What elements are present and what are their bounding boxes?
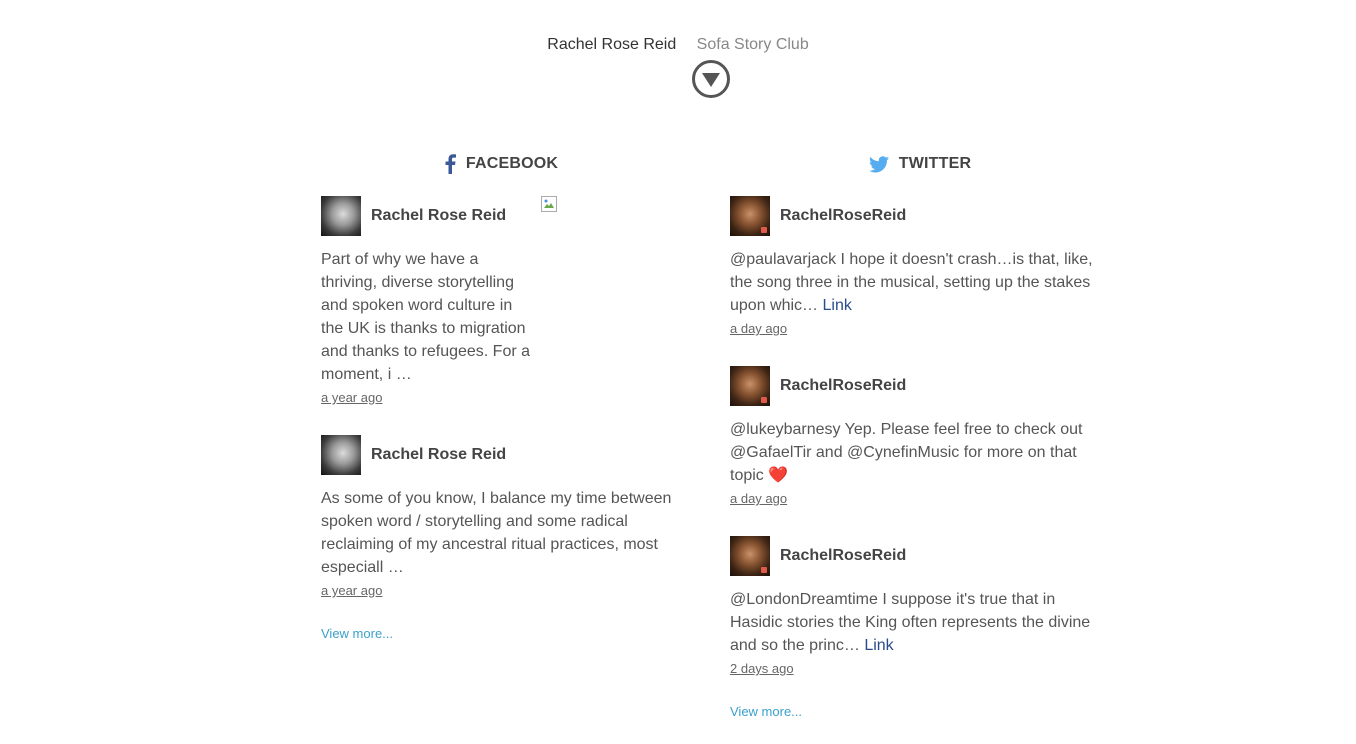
tweet: RachelRoseReid @paulavarjack I hope it d… xyxy=(730,196,1110,338)
nav-link-rachel-rose-reid[interactable]: Rachel Rose Reid xyxy=(547,36,676,53)
nav-link-sofa-story-club[interactable]: Sofa Story Club xyxy=(697,36,809,53)
twitter-view-more-link[interactable]: View more... xyxy=(730,704,802,719)
facebook-post: Rachel Rose Reid Part of why we have a t… xyxy=(321,196,681,407)
author-name[interactable]: RachelRoseReid xyxy=(780,207,906,225)
tweet-body: @paulavarjack I hope it doesn't crash…is… xyxy=(730,251,1093,314)
tweet-link[interactable]: Link xyxy=(823,297,852,314)
author-name[interactable]: Rachel Rose Reid xyxy=(371,446,506,464)
post-timestamp[interactable]: a day ago xyxy=(730,321,787,336)
tweet-text: @LondonDreamtime I suppose it's true tha… xyxy=(730,588,1110,657)
top-nav: Rachel Rose Reid Sofa Story Club xyxy=(0,36,1356,54)
scroll-down-icon[interactable] xyxy=(692,60,730,98)
twitter-bird-icon xyxy=(868,155,889,173)
post-text: Part of why we have a thriving, diverse … xyxy=(321,251,531,383)
avatar[interactable] xyxy=(730,536,770,576)
twitter-heading: TWITTER xyxy=(898,155,972,172)
author-name[interactable]: RachelRoseReid xyxy=(780,377,906,395)
post-author: RachelRoseReid xyxy=(730,366,1110,406)
facebook-feed: FACEBOOK Rachel Rose Reid Part of why we… xyxy=(321,150,681,643)
facebook-heading: FACEBOOK xyxy=(465,155,559,172)
post-author: RachelRoseReid xyxy=(730,196,1110,236)
avatar[interactable] xyxy=(321,196,361,236)
tweet: RachelRoseReid @LondonDreamtime I suppos… xyxy=(730,536,1110,678)
avatar[interactable] xyxy=(730,196,770,236)
post-text: As some of you know, I balance my time b… xyxy=(321,490,672,576)
author-name[interactable]: Rachel Rose Reid xyxy=(371,207,506,225)
facebook-header: FACEBOOK xyxy=(321,150,681,178)
post-author: Rachel Rose Reid xyxy=(321,196,681,236)
author-name[interactable]: RachelRoseReid xyxy=(780,547,906,565)
tweet-body: @LondonDreamtime I suppose it's true tha… xyxy=(730,591,1091,654)
post-timestamp[interactable]: a year ago xyxy=(321,583,382,598)
post-timestamp[interactable]: a year ago xyxy=(321,390,382,405)
broken-image-icon[interactable] xyxy=(541,196,557,212)
tweet-text: @lukeybarnesy Yep. Please feel free to c… xyxy=(730,421,1083,484)
post-timestamp[interactable]: a day ago xyxy=(730,491,787,506)
avatar[interactable] xyxy=(321,435,361,475)
post-author: Rachel Rose Reid xyxy=(321,435,681,475)
twitter-header: TWITTER xyxy=(730,150,1110,178)
tweet-text: @paulavarjack I hope it doesn't crash…is… xyxy=(730,248,1110,317)
tweet-link[interactable]: Link xyxy=(864,637,893,654)
facebook-post: Rachel Rose Reid As some of you know, I … xyxy=(321,435,681,600)
post-author: RachelRoseReid xyxy=(730,536,1110,576)
tweet: RachelRoseReid @lukeybarnesy Yep. Please… xyxy=(730,366,1110,508)
facebook-icon xyxy=(444,154,456,174)
twitter-feed: TWITTER RachelRoseReid @paulavarjack I h… xyxy=(730,150,1110,721)
post-timestamp[interactable]: 2 days ago xyxy=(730,661,794,676)
facebook-view-more-link[interactable]: View more... xyxy=(321,626,393,641)
avatar[interactable] xyxy=(730,366,770,406)
